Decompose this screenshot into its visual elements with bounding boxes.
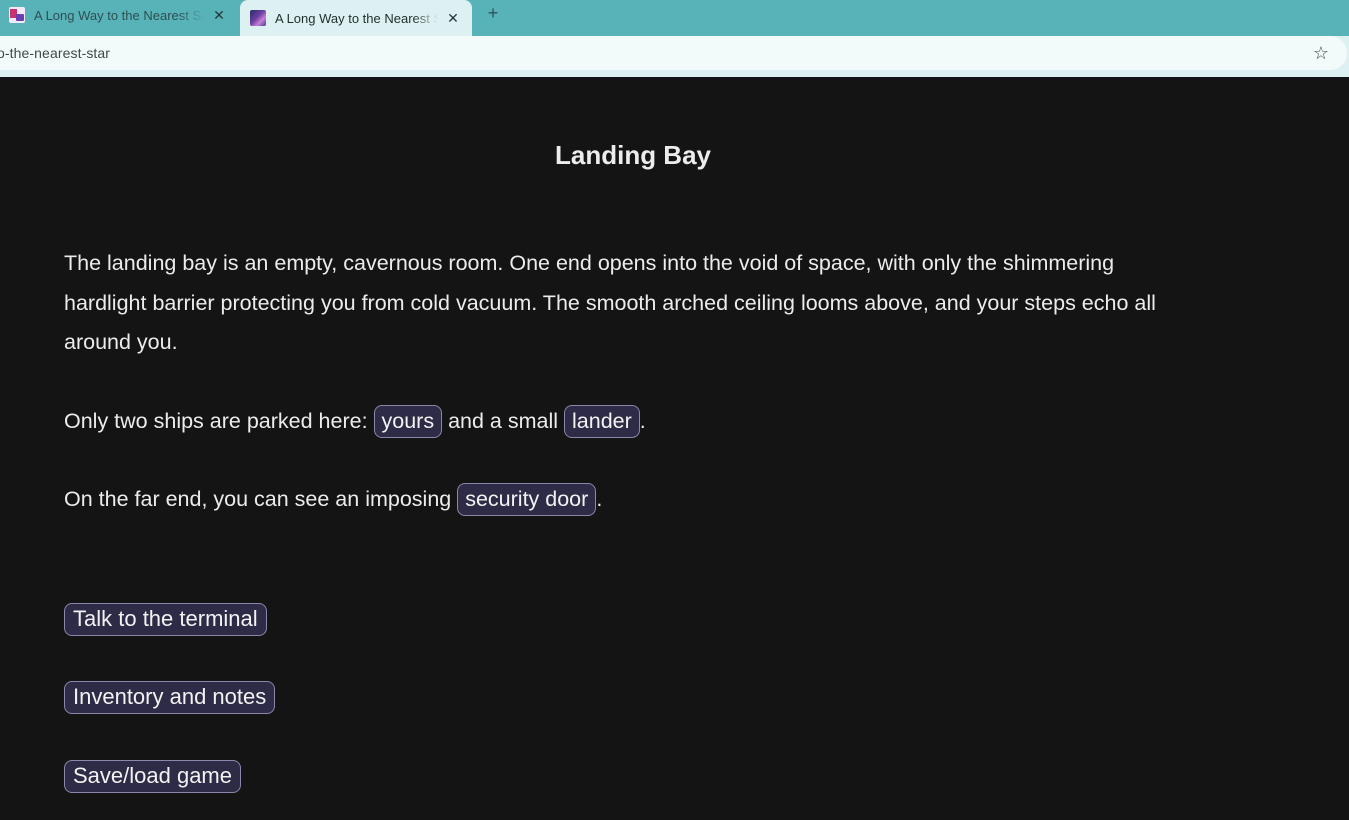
room-title: Landing Bay [554,140,711,170]
new-tab-plus-icon[interactable]: + [482,2,504,24]
ships-suffix-text: . [639,409,646,433]
inventory-and-notes-button[interactable]: Inventory and notes [64,681,276,714]
security-door-link[interactable]: security door [457,483,597,516]
door-suffix-text: . [596,487,603,511]
close-tab-icon[interactable]: ✕ [210,6,228,24]
bookmark-star-icon[interactable]: ☆ [1310,42,1332,64]
url-text[interactable]: o-the-nearest-star [0,45,110,61]
save-load-game-button[interactable]: Save/load game [64,760,241,793]
ifdb-favicon-icon [9,7,25,23]
game-content: Landing Bay The landing bay is an empty,… [0,77,1349,820]
ships-prefix-text: Only two ships are parked here: [64,409,374,433]
game-cover-favicon-icon [250,10,266,26]
browser-toolbar: o-the-nearest-star ☆ [0,36,1349,77]
close-tab-icon[interactable]: ✕ [444,9,462,27]
browser-tab-1[interactable]: A Long Way to the Nearest Star ✕ [0,0,238,30]
lander-link[interactable]: lander [564,405,640,438]
yours-ship-link[interactable]: yours [373,405,443,438]
browser-tab-bar: A Long Way to the Nearest Star ✕ A Long … [0,0,1349,36]
talk-to-terminal-button[interactable]: Talk to the terminal [64,603,267,636]
ships-middle-text: and a small [442,409,564,433]
browser-tab-2-active[interactable]: A Long Way to the Nearest Star ✕ [240,0,472,36]
door-paragraph: On the far end, you can see an imposing … [64,480,1194,520]
tab-title: A Long Way to the Nearest Star [275,10,438,26]
tab-title: A Long Way to the Nearest Star [34,7,204,23]
room-description: The landing bay is an empty, cavernous r… [64,251,1156,354]
door-prefix-text: On the far end, you can see an imposing [64,487,458,511]
ships-paragraph: Only two ships are parked here: yours an… [64,402,1194,442]
address-bar[interactable]: o-the-nearest-star [0,36,1347,70]
